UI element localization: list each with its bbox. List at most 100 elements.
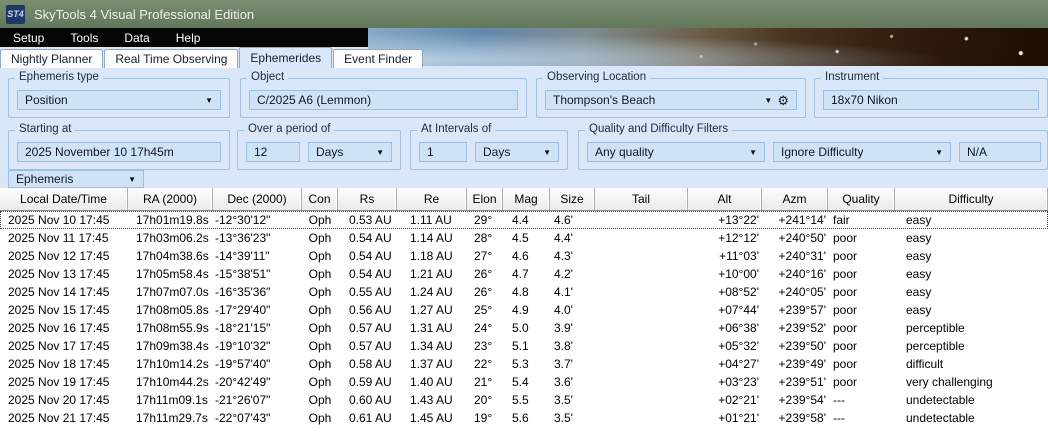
app-logo-icon: ST4 bbox=[6, 5, 25, 24]
tab-ephemerides[interactable]: Ephemerides bbox=[239, 47, 332, 68]
cell: +239°52' bbox=[762, 319, 828, 337]
column-header-quality[interactable]: Quality bbox=[828, 188, 895, 210]
quality-filter-value: Any quality bbox=[595, 145, 654, 159]
table-row[interactable]: 2025 Nov 17 17:4517h09m38.4s-19°10'32"Op… bbox=[0, 337, 1048, 355]
quality-filter-select[interactable]: Any quality ▼ bbox=[587, 142, 765, 162]
object-label: Object bbox=[247, 71, 288, 83]
cell: poor bbox=[828, 247, 895, 265]
column-header-mag[interactable]: Mag bbox=[503, 188, 550, 210]
table-row[interactable]: 2025 Nov 21 17:4517h11m29.7s-22°07'43"Op… bbox=[0, 409, 1048, 427]
table-row[interactable]: 2025 Nov 19 17:4517h10m44.2s-20°42'49"Op… bbox=[0, 373, 1048, 391]
menu-item-tools[interactable]: Tools bbox=[57, 31, 111, 45]
column-header-ra-2000-[interactable]: RA (2000) bbox=[128, 188, 213, 210]
chevron-down-icon: ▼ bbox=[749, 148, 757, 157]
cell: Oph bbox=[302, 337, 338, 355]
column-header-dec-2000-[interactable]: Dec (2000) bbox=[213, 188, 302, 210]
cell: Oph bbox=[302, 355, 338, 373]
chevron-down-icon[interactable]: ▼ bbox=[764, 96, 772, 105]
cell: 2025 Nov 19 17:45 bbox=[0, 373, 128, 391]
table-row[interactable]: 2025 Nov 12 17:4517h04m38.6s-14°39'11"Op… bbox=[0, 247, 1048, 265]
cell: 1.40 AU bbox=[397, 373, 467, 391]
output-mode-select[interactable]: Ephemeris ▼ bbox=[8, 170, 144, 188]
period-count-field[interactable]: 12 bbox=[246, 142, 300, 162]
difficulty-filter-select[interactable]: Ignore Difficulty ▼ bbox=[773, 142, 951, 162]
table-row[interactable]: 2025 Nov 15 17:4517h08m05.8s-17°29'40"Op… bbox=[0, 301, 1048, 319]
filter-extra-field[interactable]: N/A bbox=[959, 142, 1041, 162]
cell: 17h11m29.7s bbox=[128, 409, 213, 427]
tab-event-finder[interactable]: Event Finder bbox=[333, 49, 423, 68]
column-header-local-date-time[interactable]: Local Date/Time bbox=[0, 188, 128, 210]
table-row[interactable]: 2025 Nov 18 17:4517h10m14.2s-19°57'40"Op… bbox=[0, 355, 1048, 373]
cell: 26° bbox=[467, 265, 503, 283]
tab-nightly-planner[interactable]: Nightly Planner bbox=[0, 49, 103, 68]
cell: easy bbox=[895, 229, 1048, 247]
tab-real-time-observing[interactable]: Real Time Observing bbox=[104, 49, 238, 68]
gear-icon[interactable]: ⚙ bbox=[777, 94, 789, 107]
instrument-field[interactable]: 18x70 Nikon bbox=[823, 90, 1039, 110]
cell: 22° bbox=[467, 355, 503, 373]
interval-unit-select[interactable]: Days ▼ bbox=[475, 142, 559, 162]
cell: +239°57' bbox=[762, 301, 828, 319]
cell bbox=[595, 391, 688, 409]
table-row[interactable]: 2025 Nov 14 17:4517h07m07.0s-16°35'36"Op… bbox=[0, 283, 1048, 301]
ephemeris-type-value: Position bbox=[25, 93, 68, 107]
cell: 5.5 bbox=[503, 391, 550, 409]
filter-extra-value: N/A bbox=[967, 145, 987, 159]
menu-item-setup[interactable]: Setup bbox=[0, 31, 57, 45]
cell: 29° bbox=[467, 211, 503, 229]
cell: 2025 Nov 15 17:45 bbox=[0, 301, 128, 319]
cell: poor bbox=[828, 265, 895, 283]
cell: 4.0' bbox=[550, 301, 595, 319]
menu-item-data[interactable]: Data bbox=[111, 31, 162, 45]
cell: 4.4' bbox=[550, 229, 595, 247]
cell: 4.5 bbox=[503, 229, 550, 247]
column-header-con[interactable]: Con bbox=[302, 188, 338, 210]
column-header-re[interactable]: Re bbox=[397, 188, 467, 210]
cell: 0.59 AU bbox=[338, 373, 397, 391]
column-header-tail[interactable]: Tail bbox=[595, 188, 688, 210]
cell: 5.4 bbox=[503, 373, 550, 391]
menu-item-help[interactable]: Help bbox=[163, 31, 214, 45]
column-header-alt[interactable]: Alt bbox=[688, 188, 762, 210]
cell: 23° bbox=[467, 337, 503, 355]
output-mode-value: Ephemeris bbox=[16, 172, 73, 186]
interval-count-field[interactable]: 1 bbox=[419, 142, 467, 162]
period-unit-select[interactable]: Days ▼ bbox=[308, 142, 392, 162]
ephemeris-type-label: Ephemeris type bbox=[15, 71, 103, 83]
chevron-down-icon: ▼ bbox=[543, 148, 551, 157]
cell: difficult bbox=[895, 355, 1048, 373]
cell bbox=[595, 319, 688, 337]
table-row[interactable]: 2025 Nov 10 17:4517h01m19.8s-12°30'12"Op… bbox=[0, 211, 1048, 229]
cell bbox=[595, 265, 688, 283]
instrument-value: 18x70 Nikon bbox=[831, 93, 898, 107]
cell: --- bbox=[828, 391, 895, 409]
cell: +08°52' bbox=[688, 283, 762, 301]
cell: 17h01m19.8s bbox=[128, 211, 213, 229]
column-header-elon[interactable]: Elon bbox=[467, 188, 503, 210]
ephemeris-type-select[interactable]: Position ▼ bbox=[17, 90, 221, 110]
starting-at-field[interactable]: 2025 November 10 17h45m bbox=[17, 142, 221, 162]
column-header-azm[interactable]: Azm bbox=[762, 188, 828, 210]
cell: +07°44' bbox=[688, 301, 762, 319]
cell: +240°16' bbox=[762, 265, 828, 283]
cell: 0.54 AU bbox=[338, 247, 397, 265]
cell: 0.53 AU bbox=[338, 211, 397, 229]
table-row[interactable]: 2025 Nov 20 17:4517h11m09.1s-21°26'07"Op… bbox=[0, 391, 1048, 409]
column-header-difficulty[interactable]: Difficulty bbox=[895, 188, 1048, 210]
instrument-label: Instrument bbox=[821, 71, 883, 83]
period-unit-value: Days bbox=[316, 145, 343, 159]
cell bbox=[595, 211, 688, 229]
observing-location-group: Observing Location Thompson's Beach ▼ ⚙ bbox=[536, 78, 806, 118]
table-row[interactable]: 2025 Nov 11 17:4517h03m06.2s-13°36'23"Op… bbox=[0, 229, 1048, 247]
observing-location-label: Observing Location bbox=[543, 71, 650, 83]
cell: 1.21 AU bbox=[397, 265, 467, 283]
cell: 3.7' bbox=[550, 355, 595, 373]
column-header-rs[interactable]: Rs bbox=[338, 188, 397, 210]
table-row[interactable]: 2025 Nov 13 17:4517h05m58.4s-15°38'51"Op… bbox=[0, 265, 1048, 283]
object-field[interactable]: C/2025 A6 (Lemmon) bbox=[249, 90, 518, 110]
starting-at-value: 2025 November 10 17h45m bbox=[25, 145, 174, 159]
observing-location-select[interactable]: Thompson's Beach ▼ ⚙ bbox=[545, 90, 797, 110]
cell: poor bbox=[828, 229, 895, 247]
column-header-size[interactable]: Size bbox=[550, 188, 595, 210]
table-row[interactable]: 2025 Nov 16 17:4517h08m55.9s-18°21'15"Op… bbox=[0, 319, 1048, 337]
